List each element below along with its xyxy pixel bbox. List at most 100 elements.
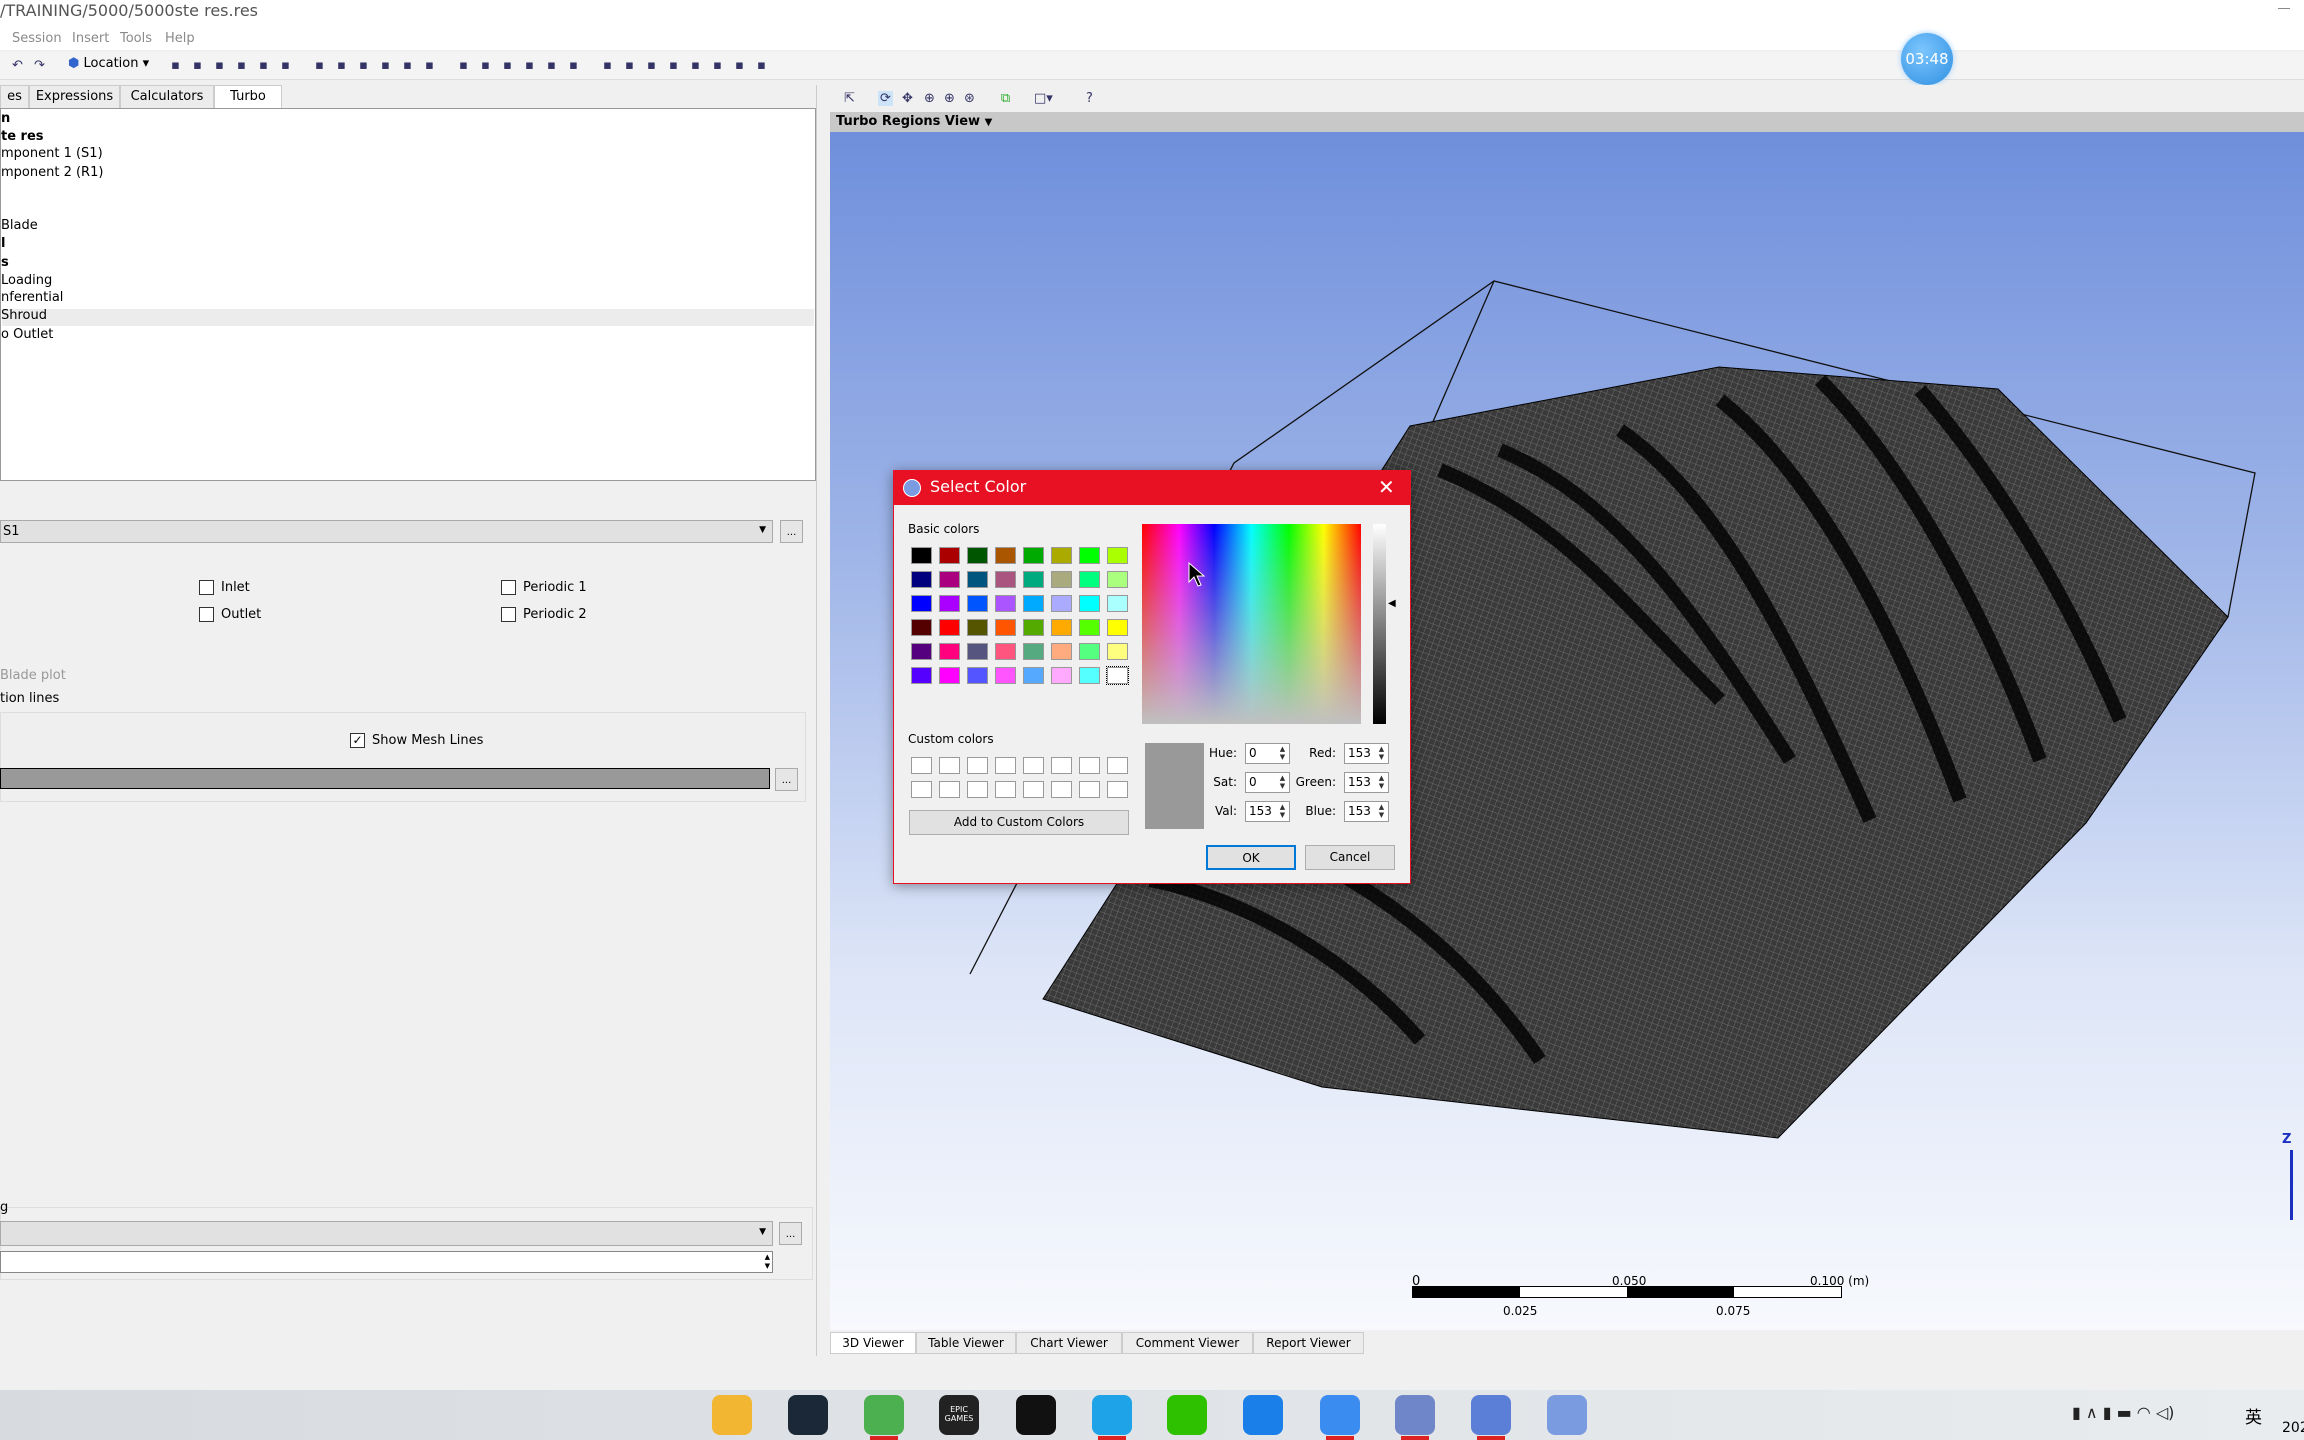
basic-color-swatch[interactable] <box>967 643 988 660</box>
spinner-icon[interactable]: ▲ ▼ <box>1376 803 1387 820</box>
slider-arrow-icon[interactable]: ◀ <box>1388 598 1396 609</box>
isosurface-icon[interactable]: ▪ <box>256 58 271 73</box>
spinner-icon[interactable]: ▲ ▼ <box>1376 774 1387 791</box>
basic-color-swatch[interactable] <box>1079 619 1100 636</box>
vector-icon[interactable]: ▪ <box>168 58 183 73</box>
custom-color-swatch[interactable] <box>939 781 960 798</box>
undo-icon[interactable]: ↶ <box>10 58 25 73</box>
basic-color-swatch[interactable] <box>995 595 1016 612</box>
basic-color-swatch[interactable] <box>1051 595 1072 612</box>
basic-color-swatch[interactable] <box>995 667 1016 684</box>
help-icon[interactable]: ? <box>1082 91 1097 106</box>
mesh-calculator-icon[interactable]: ▪ <box>710 58 725 73</box>
basic-color-swatch[interactable] <box>967 571 988 588</box>
command-editor-icon[interactable]: ▪ <box>754 58 769 73</box>
zoom-icon[interactable]: ⊕ <box>922 91 937 106</box>
custom-color-swatch[interactable] <box>995 781 1016 798</box>
basic-color-swatch[interactable] <box>995 547 1016 564</box>
basic-color-swatch[interactable] <box>939 643 960 660</box>
basic-color-swatch[interactable] <box>967 595 988 612</box>
dialog-title-bar[interactable]: Select Color ✕ <box>894 471 1410 505</box>
mesh-color-button[interactable] <box>0 768 770 789</box>
basic-color-swatch[interactable] <box>1023 667 1044 684</box>
color-map-icon[interactable]: ▪ <box>400 58 415 73</box>
animation-icon[interactable]: ▪ <box>600 58 615 73</box>
chart-icon[interactable]: ▪ <box>500 58 515 73</box>
basic-color-swatch[interactable] <box>911 571 932 588</box>
green-input[interactable]: 153 ▲ ▼ <box>1344 772 1389 793</box>
tree-item[interactable]: mponent 1 (S1) <box>1 146 103 161</box>
tab-expressions[interactable]: Expressions <box>29 85 120 108</box>
periodic2-checkbox[interactable] <box>501 607 516 622</box>
panel-splitter[interactable] <box>816 85 828 1356</box>
variable-icon[interactable]: ▪ <box>422 58 437 73</box>
tree-item[interactable]: nferential <box>1 290 63 305</box>
browser-e-icon[interactable] <box>864 1395 904 1435</box>
coordinate-frame-icon[interactable]: ▪ <box>312 58 327 73</box>
basic-color-swatch[interactable] <box>1079 595 1100 612</box>
instance-transform-icon[interactable]: ▪ <box>356 58 371 73</box>
tree-item[interactable]: te res <box>1 129 44 144</box>
sat-input[interactable]: 0 ▲ ▼ <box>1245 772 1290 793</box>
comment-icon[interactable]: ▪ <box>522 58 537 73</box>
custom-color-swatch[interactable] <box>1079 781 1100 798</box>
basic-color-swatch[interactable] <box>1107 643 1128 660</box>
custom-color-swatch[interactable] <box>1051 781 1072 798</box>
bottom-more-button[interactable]: ... <box>779 1222 802 1245</box>
hue-input[interactable]: 0 ▲ ▼ <box>1245 743 1290 764</box>
volume-rendering-icon[interactable]: ▪ <box>234 58 249 73</box>
steam-icon[interactable] <box>788 1395 828 1435</box>
view-header[interactable]: Turbo Regions View ▼ <box>830 112 2304 132</box>
table-icon[interactable]: ▪ <box>478 58 493 73</box>
domain-select[interactable]: S1 ▼ <box>0 520 773 543</box>
custom-color-swatch[interactable] <box>967 781 988 798</box>
report-icon[interactable]: ▪ <box>544 58 559 73</box>
timestep-icon[interactable]: ▪ <box>566 58 581 73</box>
custom-color-swatch[interactable] <box>911 757 932 774</box>
custom-color-swatch[interactable] <box>995 757 1016 774</box>
tray-icons[interactable]: ▮ ∧ ▮ ▬ ◠ ◁) <box>2072 1403 2174 1422</box>
basic-color-swatch[interactable] <box>1051 643 1072 660</box>
video-player-icon[interactable] <box>1092 1395 1132 1435</box>
basic-color-swatch[interactable] <box>1051 547 1072 564</box>
val-input[interactable]: 153 ▲ ▼ <box>1245 801 1290 822</box>
select-icon[interactable]: ⇱ <box>842 91 857 106</box>
menu-session[interactable]: Session <box>12 31 62 46</box>
file-explorer-icon[interactable] <box>712 1395 752 1435</box>
tree-item[interactable]: l <box>1 236 5 251</box>
arrow-app-icon[interactable] <box>1471 1395 1511 1435</box>
app-gear-icon[interactable] <box>1395 1395 1435 1435</box>
basic-color-swatch[interactable] <box>911 667 932 684</box>
blue-input[interactable]: 153 ▲ ▼ <box>1344 801 1389 822</box>
tree-selected-row[interactable] <box>2 309 814 326</box>
hue-saturation-picker[interactable] <box>1142 524 1361 724</box>
custom-color-swatch[interactable] <box>1107 781 1128 798</box>
basic-color-swatch[interactable] <box>995 571 1016 588</box>
tree-item[interactable]: Blade <box>1 218 38 233</box>
zoom-fit-icon[interactable]: ⊛ <box>962 91 977 106</box>
clock[interactable]: 202 <box>2282 1420 2304 1436</box>
function-calculator-icon[interactable]: ▪ <box>666 58 681 73</box>
wechat-icon[interactable] <box>1167 1395 1207 1435</box>
show-mesh-lines-checkbox[interactable]: ✓ <box>350 733 365 748</box>
basic-color-swatch[interactable] <box>1079 643 1100 660</box>
basic-color-swatch[interactable] <box>1107 595 1128 612</box>
basic-color-swatch[interactable] <box>939 595 960 612</box>
tab-turbo[interactable]: Turbo <box>214 85 282 109</box>
basic-color-swatch[interactable] <box>939 547 960 564</box>
inlet-checkbox[interactable] <box>199 580 214 595</box>
redo-icon[interactable]: ↷ <box>32 58 47 73</box>
add-custom-colors-button[interactable]: Add to Custom Colors <box>909 810 1129 835</box>
legend-icon[interactable]: ▪ <box>334 58 349 73</box>
periodic1-checkbox[interactable] <box>501 580 516 595</box>
tab-3d-viewer[interactable]: 3D Viewer <box>830 1332 916 1354</box>
custom-color-swatch[interactable] <box>1023 781 1044 798</box>
basic-color-swatch[interactable] <box>1107 571 1128 588</box>
feishu-icon[interactable] <box>1320 1395 1360 1435</box>
tab-table-viewer[interactable]: Table Viewer <box>916 1332 1016 1354</box>
close-icon[interactable]: ✕ <box>1378 475 1395 499</box>
tab-calculators[interactable]: Calculators <box>120 85 214 108</box>
clip-plane-icon[interactable]: ▪ <box>378 58 393 73</box>
basic-color-swatch[interactable] <box>967 667 988 684</box>
probe-icon[interactable]: ▪ <box>644 58 659 73</box>
